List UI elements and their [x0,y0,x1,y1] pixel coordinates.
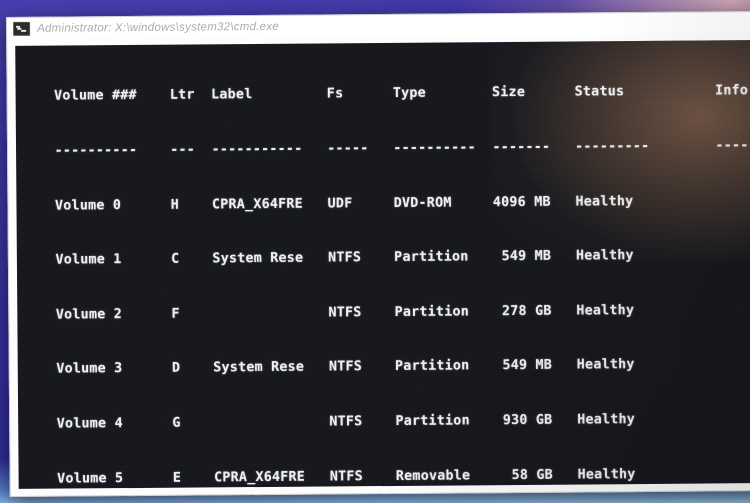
window-frame: Volume ### Ltr Label Fs Type Size Status… [7,34,750,496]
table-row: Volume 2 F NTFS Partition 278 GB Healthy [39,302,635,323]
table-row: Volume 3 D System Rese NTFS Partition 54… [39,357,635,378]
table-separator-row: ---------- --- ----------- ----- -------… [37,137,750,159]
cmd-icon [13,21,31,36]
photographed-screen: Administrator: X:\windows\system32\cmd.e… [0,0,750,503]
table-row: Volume 0 H CPRA_X64FRE UDF DVD-ROM 4096 … [38,193,634,214]
console-text: Volume ### Ltr Label Fs Type Size Status… [37,46,750,489]
window-title: Administrator: X:\windows\system32\cmd.e… [37,20,279,35]
table-row: Volume 5 E CPRA_X64FRE NTFS Removable 58… [40,466,636,487]
table-header-row: Volume ### Ltr Label Fs Type Size Status… [37,83,749,105]
console-output-area[interactable]: Volume ### Ltr Label Fs Type Size Status… [15,40,750,489]
command-prompt-window[interactable]: Administrator: X:\windows\system32\cmd.e… [6,10,750,497]
table-row: Volume 4 G NTFS Partition 930 GB Healthy [40,412,636,432]
table-row: Volume 1 C System Rese NTFS Partition 54… [38,248,634,268]
